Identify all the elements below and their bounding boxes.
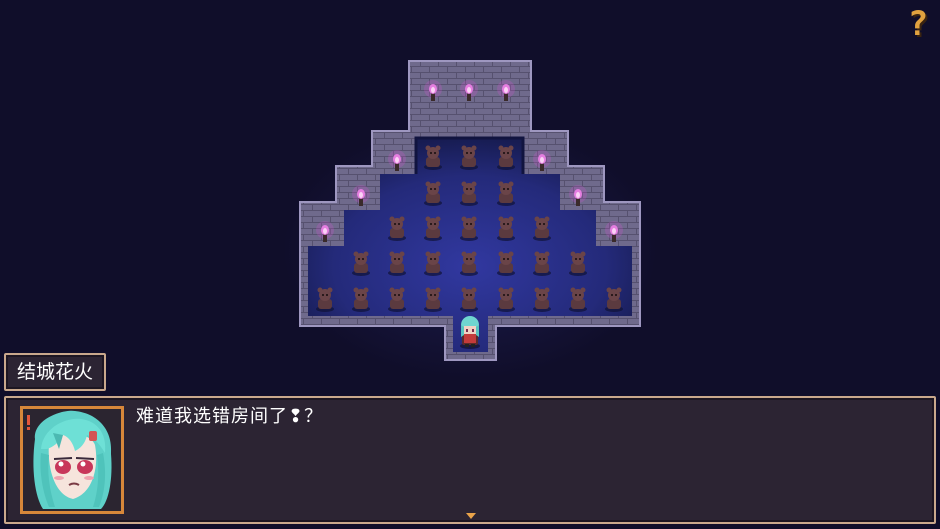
character-portrait [20, 406, 124, 514]
game-screen: ? 结城花火 难道我选错房间了❢？ [0, 0, 940, 529]
dialogue-text: 难道我选错房间了❢？ [136, 406, 324, 427]
portrait-art [23, 409, 121, 511]
speaker-name-box: 结城花火 [4, 353, 106, 391]
message-window[interactable]: 难道我选错房间了❢？ [4, 396, 936, 524]
player-character [460, 316, 480, 349]
help-button[interactable]: ? [903, 6, 933, 42]
question-mark-icon: ? [907, 4, 929, 44]
speaker-name: 结城花火 [16, 361, 93, 383]
continue-arrow-icon[interactable] [466, 513, 476, 519]
